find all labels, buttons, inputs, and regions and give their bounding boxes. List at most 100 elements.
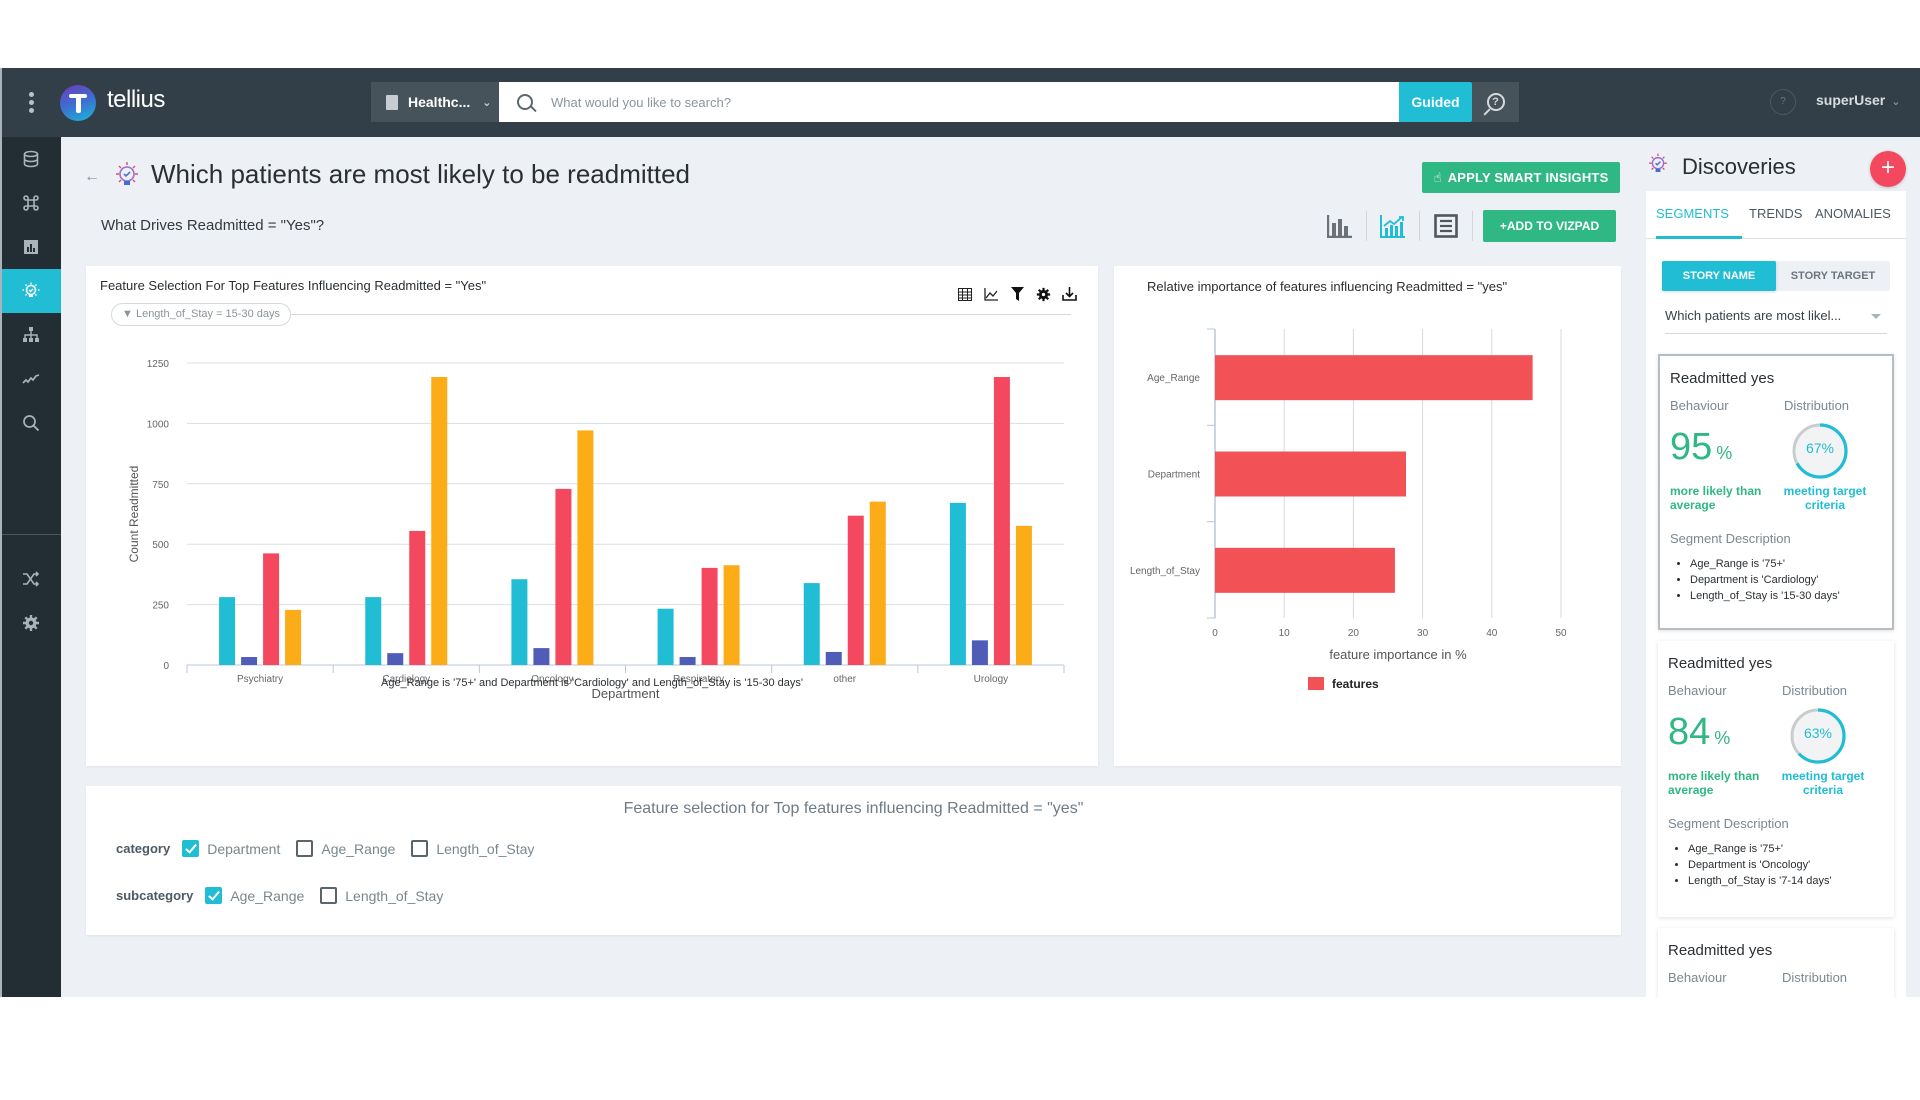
- list-item: Age_Range is '75+': [1688, 841, 1832, 857]
- sidebar-item-workflow[interactable]: [0, 557, 61, 601]
- database-icon: [23, 150, 38, 168]
- discoveries-body: SEGMENTS TRENDS ANOMALIES STORY NAME STO…: [1646, 191, 1906, 997]
- bar-Length_of_Stay: [1215, 547, 1395, 593]
- segment-description-label: Segment Description: [1670, 531, 1791, 546]
- x-tick-label: 20: [1348, 628, 1360, 639]
- bar-Age_Range: [1215, 355, 1533, 401]
- legend-swatch: [1308, 677, 1324, 690]
- search-icon: [517, 94, 533, 110]
- sidebar-item-search[interactable]: [0, 401, 61, 445]
- add-discovery-button[interactable]: +: [1870, 151, 1906, 187]
- sidebar-item-trends[interactable]: [0, 357, 61, 401]
- feature-selection-card: Feature selection for Top features influ…: [86, 786, 1621, 935]
- segment-description-list: Age_Range is '75+' Department is 'Cardio…: [1690, 556, 1840, 604]
- dataset-doc-icon: [386, 94, 398, 110]
- brand-name: tellius: [107, 86, 165, 113]
- sidebar-item-insights[interactable]: [0, 269, 61, 313]
- distribution-label: Distribution: [1782, 683, 1848, 698]
- bar-25-49-Psychiatry: [219, 597, 236, 665]
- story-select[interactable]: Which patients are most likel...: [1665, 308, 1887, 334]
- feature-importance-chart-card: Relative importance of features influenc…: [1114, 266, 1621, 766]
- dataset-selector[interactable]: Healthc... ⌄: [371, 82, 499, 122]
- bar-75+-Cardiology: [431, 377, 448, 665]
- bar-75+-Oncology: [577, 430, 594, 665]
- sidebar-item-explore[interactable]: [0, 181, 61, 225]
- sidebar-item-data[interactable]: [0, 137, 61, 181]
- subcategory-length-of-stay-checkbox[interactable]: Length_of_Stay: [320, 887, 443, 904]
- y-tick-label: Length_of_Stay: [1130, 566, 1200, 577]
- category-department-checkbox[interactable]: Department: [182, 840, 280, 857]
- bar-25-49-Respiratory: [657, 608, 674, 665]
- hierarchy-icon: [22, 327, 39, 342]
- segment-card[interactable]: Readmitted yes Behaviour Distribution 95…: [1658, 354, 1894, 630]
- visualization-toggle: [1326, 211, 1485, 241]
- combo-chart-view-button[interactable]: [1379, 213, 1407, 239]
- bar-50-74-Urology: [993, 377, 1010, 665]
- list-item: Length_of_Stay is '15-30 days': [1690, 588, 1840, 604]
- back-button[interactable]: ←: [84, 168, 100, 186]
- divider: [1366, 211, 1367, 241]
- bar-50-74-Cardiology: [409, 530, 426, 665]
- segment-card[interactable]: Readmitted yes Behaviour Distribution 84…: [1658, 641, 1894, 917]
- detail-view-button[interactable]: [1432, 213, 1460, 239]
- x-tick-label: 40: [1486, 628, 1498, 639]
- trend-icon: [21, 374, 39, 384]
- bar-50-74-Oncology: [555, 488, 572, 665]
- top-bar: tellius Healthc... ⌄ Guided ? ? superUse…: [0, 68, 1920, 137]
- category-age-range-checkbox[interactable]: Age_Range: [296, 840, 395, 857]
- sidebar-item-settings[interactable]: [0, 601, 61, 645]
- category-label: category: [116, 841, 171, 856]
- search-bar: [499, 82, 1399, 122]
- bar-<25-Urology: [971, 640, 988, 665]
- feature-selection-title: Feature selection for Top features influ…: [623, 800, 1084, 817]
- checkbox-empty-icon: [411, 840, 429, 857]
- grouped-bar-chart: 025050075010001250Psychiatry Cardiology On…: [127, 359, 1065, 701]
- more-likely-label: more likely than average: [1668, 769, 1760, 797]
- bar-chart-view-button[interactable]: [1326, 213, 1354, 239]
- bar-50-74-Psychiatry: [263, 553, 280, 665]
- x-tick-label: 10: [1279, 628, 1291, 639]
- story-select-value: Which patients are most likel...: [1665, 308, 1842, 323]
- bar-25-49-Urology: [949, 502, 966, 665]
- sidebar-item-models[interactable]: [0, 313, 61, 357]
- chevron-down-icon: ⌄: [482, 96, 492, 109]
- distribution-value: 67%: [1805, 440, 1835, 456]
- dropdown-arrow-icon: [1871, 314, 1881, 319]
- search-help-button[interactable]: ?: [1472, 82, 1519, 122]
- y-tick-label: Age_Range: [1147, 373, 1200, 384]
- story-name-toggle[interactable]: STORY NAME: [1662, 261, 1776, 291]
- command-icon: [22, 195, 39, 211]
- story-target-toggle[interactable]: STORY TARGET: [1776, 261, 1890, 291]
- guided-button[interactable]: Guided: [1399, 82, 1472, 122]
- behaviour-value: 95%: [1670, 426, 1732, 469]
- insight-bulb-icon: [116, 162, 138, 185]
- add-to-vizpad-button[interactable]: +ADD TO VIZPAD: [1483, 210, 1616, 242]
- list-item: Department is 'Oncology': [1688, 857, 1832, 873]
- y-tick-label: 1250: [147, 359, 170, 370]
- sidebar-item-vizpad[interactable]: [0, 225, 61, 269]
- tab-anomalies[interactable]: ANOMALIES: [1815, 206, 1891, 221]
- search-input[interactable]: [551, 94, 1351, 110]
- behaviour-value: 84%: [1668, 711, 1730, 754]
- bar-Department: [1215, 451, 1406, 497]
- sidebar: [0, 137, 61, 997]
- category-length-of-stay-checkbox[interactable]: Length_of_Stay: [411, 840, 534, 857]
- tab-trends[interactable]: TRENDS: [1749, 206, 1802, 221]
- behaviour-percent: 84: [1668, 711, 1711, 753]
- window-edge: [0, 68, 2, 997]
- tab-segments[interactable]: SEGMENTS: [1656, 206, 1729, 221]
- user-menu[interactable]: superUser ⌄: [1816, 92, 1900, 108]
- bar-75+-other: [869, 501, 886, 665]
- main-menu-icon[interactable]: [22, 90, 40, 116]
- segment-card[interactable]: Readmitted yes Behaviour Distribution: [1658, 928, 1894, 997]
- subcategory-age-range-checkbox[interactable]: Age_Range: [205, 887, 304, 904]
- chevron-down-icon: ⌄: [1891, 96, 1901, 108]
- discoveries-title: Discoveries: [1682, 154, 1796, 179]
- checkbox-empty-icon: [296, 840, 314, 857]
- insight-bulb-icon: [22, 282, 39, 297]
- help-button[interactable]: ?: [1770, 89, 1796, 115]
- insight-bulb-icon: [1649, 153, 1667, 172]
- category-row: category Department Age_Range Length_of_…: [116, 840, 550, 857]
- apply-smart-insights-button[interactable]: ☝ APPLY SMART INSIGHTS: [1422, 162, 1620, 193]
- feature-selection-chart-card: Feature Selection For Top Features Influ…: [86, 266, 1098, 766]
